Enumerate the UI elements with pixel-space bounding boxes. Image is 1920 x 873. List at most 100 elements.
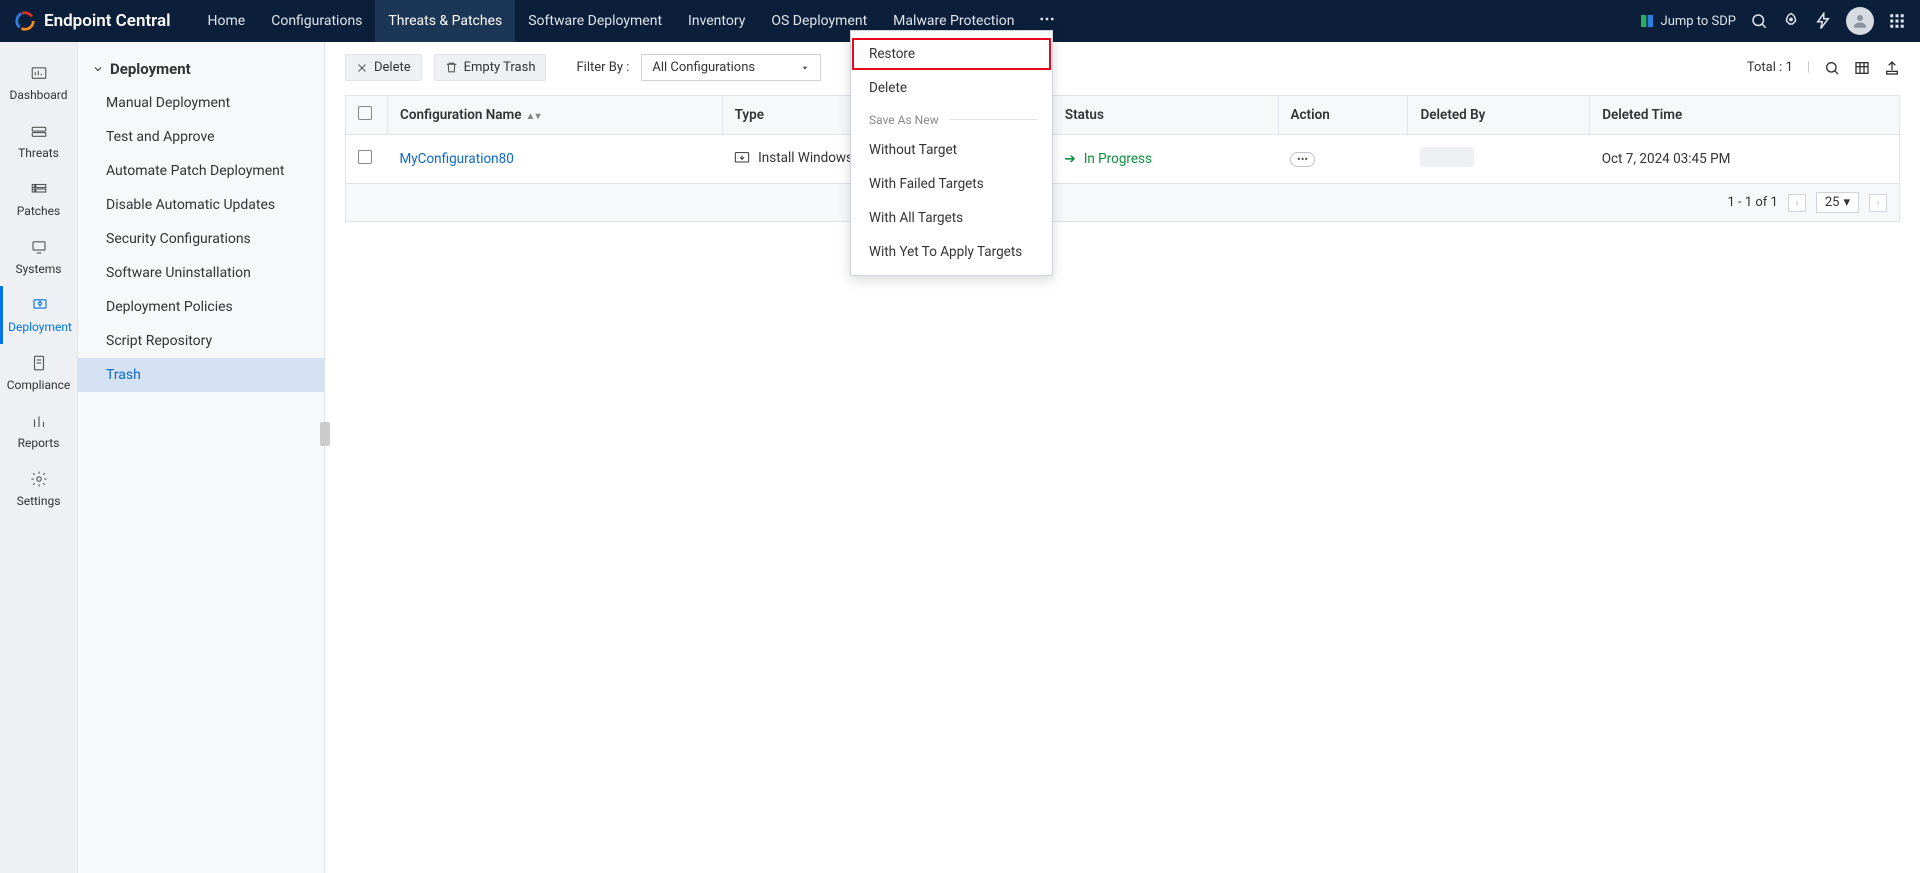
rail-deployment-label: Deployment [8,320,72,334]
menu-with-yet-to-apply[interactable]: With Yet To Apply Targets [851,235,1052,269]
col-deleted-time[interactable]: Deleted Time [1590,96,1900,135]
search-icon[interactable] [1750,12,1768,30]
nav-more-icon[interactable] [1028,10,1066,32]
export-icon[interactable] [1884,60,1900,76]
toolbar-right: Total : 1 | [1747,60,1900,76]
select-all-checkbox[interactable] [358,106,372,120]
arrow-right-icon: ➔ [1064,151,1075,167]
apps-grid-icon[interactable] [1888,12,1906,30]
trash-icon [445,61,458,74]
rail-threats-label: Threats [18,146,59,160]
sidebar-item-security-config[interactable]: Security Configurations [78,222,324,256]
rail-deployment[interactable]: Deployment [0,286,77,344]
threats-icon [30,122,48,140]
trash-table: Configuration Name▲▾ Type Status Action … [345,95,1900,184]
sidebar-item-automate-patch[interactable]: Automate Patch Deployment [78,154,324,188]
empty-trash-button[interactable]: Empty Trash [434,54,547,81]
table-columns-icon[interactable] [1854,60,1870,76]
filter-select[interactable]: All Configurations [641,54,821,81]
row-deleted-time: Oct 7, 2024 03:45 PM [1590,135,1900,184]
pagesize-select[interactable]: 25 ▾ [1816,192,1859,213]
row-status: ➔ In Progress [1064,151,1266,167]
patches-icon [30,180,48,198]
rail-settings-label: Settings [17,494,61,508]
table-row[interactable]: MyConfiguration80 Install Windows P... ➔… [346,135,1900,184]
jump-to-sdp-label: Jump to SDP [1661,14,1736,29]
install-icon [734,151,750,165]
compliance-icon [30,354,48,372]
brand-logo-icon [14,10,36,32]
empty-trash-button-label: Empty Trash [464,60,536,75]
lightning-icon[interactable] [1814,12,1832,30]
avatar[interactable] [1846,7,1874,35]
caret-down-icon: ▾ [1843,195,1850,210]
context-menu: Restore Delete Save As New Without Targe… [850,30,1053,276]
sidebar-item-trash[interactable]: Trash [78,358,324,392]
nav-software-deployment[interactable]: Software Deployment [515,0,675,42]
pager-next[interactable]: › [1869,194,1887,212]
menu-restore[interactable]: Restore [851,37,1052,71]
sidebar-item-deployment-policies[interactable]: Deployment Policies [78,290,324,324]
rail-patches[interactable]: Patches [0,170,77,228]
rocket-icon[interactable] [1782,12,1800,30]
col-action[interactable]: Action [1278,96,1408,135]
left-rail: Dashboard Threats Patches Systems Deploy… [0,42,78,873]
nav-configurations[interactable]: Configurations [258,0,375,42]
dashboard-icon [30,64,48,82]
col-config-name[interactable]: Configuration Name [400,107,522,123]
config-name-link[interactable]: MyConfiguration80 [400,151,514,167]
filter-by-label: Filter By : [576,60,629,75]
delete-button[interactable]: Delete [345,54,422,81]
pager-range: 1 - 1 of 1 [1728,195,1778,210]
sidebar-section-deployment[interactable]: Deployment [78,52,324,86]
sdp-icon [1639,13,1655,29]
chevron-down-icon [92,63,104,75]
caret-down-icon [800,63,810,73]
row-status-value: In Progress [1084,151,1152,167]
menu-with-failed-targets[interactable]: With Failed Targets [851,167,1052,201]
menu-without-target[interactable]: Without Target [851,133,1052,167]
sort-caret-icon: ▲▾ [526,111,541,122]
sidebar-item-disable-updates[interactable]: Disable Automatic Updates [78,188,324,222]
sidebar-item-test-approve[interactable]: Test and Approve [78,120,324,154]
sidebar-item-manual-deployment[interactable]: Manual Deployment [78,86,324,120]
menu-delete[interactable]: Delete [851,71,1052,105]
rail-dashboard-label: Dashboard [9,88,67,102]
col-status[interactable]: Status [1052,96,1278,135]
col-deleted-by[interactable]: Deleted By [1408,96,1590,135]
sidebar-item-script-repo[interactable]: Script Repository [78,324,324,358]
settings-icon [30,470,48,488]
reports-icon [30,412,48,430]
nav-inventory[interactable]: Inventory [675,0,758,42]
rail-compliance-label: Compliance [7,378,71,392]
toolbar-divider: | [1807,60,1810,75]
sidebar: Deployment Manual Deployment Test and Ap… [78,42,325,873]
toolbar: Delete Empty Trash Filter By : All Confi… [345,54,1900,81]
rail-settings[interactable]: Settings [0,460,77,518]
delete-button-label: Delete [374,60,411,75]
rail-dashboard[interactable]: Dashboard [0,54,77,112]
nav-threats-patches[interactable]: Threats & Patches [375,0,515,42]
rail-systems-label: Systems [15,262,61,276]
menu-with-all-targets[interactable]: With All Targets [851,201,1052,235]
row-checkbox[interactable] [358,150,372,164]
pagesize-value: 25 [1825,195,1840,210]
rail-threats[interactable]: Threats [0,112,77,170]
sidebar-item-software-uninstall[interactable]: Software Uninstallation [78,256,324,290]
rail-compliance[interactable]: Compliance [0,344,77,402]
deployment-icon [31,296,49,314]
pager-prev[interactable]: ‹ [1788,194,1806,212]
rail-reports-label: Reports [18,436,60,450]
systems-icon [30,238,48,256]
brand: Endpoint Central [14,10,171,32]
nav-home[interactable]: Home [195,0,259,42]
menu-group-save-as-new: Save As New [851,105,1052,133]
main-content: Delete Empty Trash Filter By : All Confi… [325,42,1920,873]
filter-select-value: All Configurations [652,60,755,75]
brand-name: Endpoint Central [44,11,171,31]
rail-reports[interactable]: Reports [0,402,77,460]
table-search-icon[interactable] [1824,60,1840,76]
rail-systems[interactable]: Systems [0,228,77,286]
row-action-menu[interactable]: ••• [1290,152,1315,167]
jump-to-sdp[interactable]: Jump to SDP [1639,13,1736,29]
